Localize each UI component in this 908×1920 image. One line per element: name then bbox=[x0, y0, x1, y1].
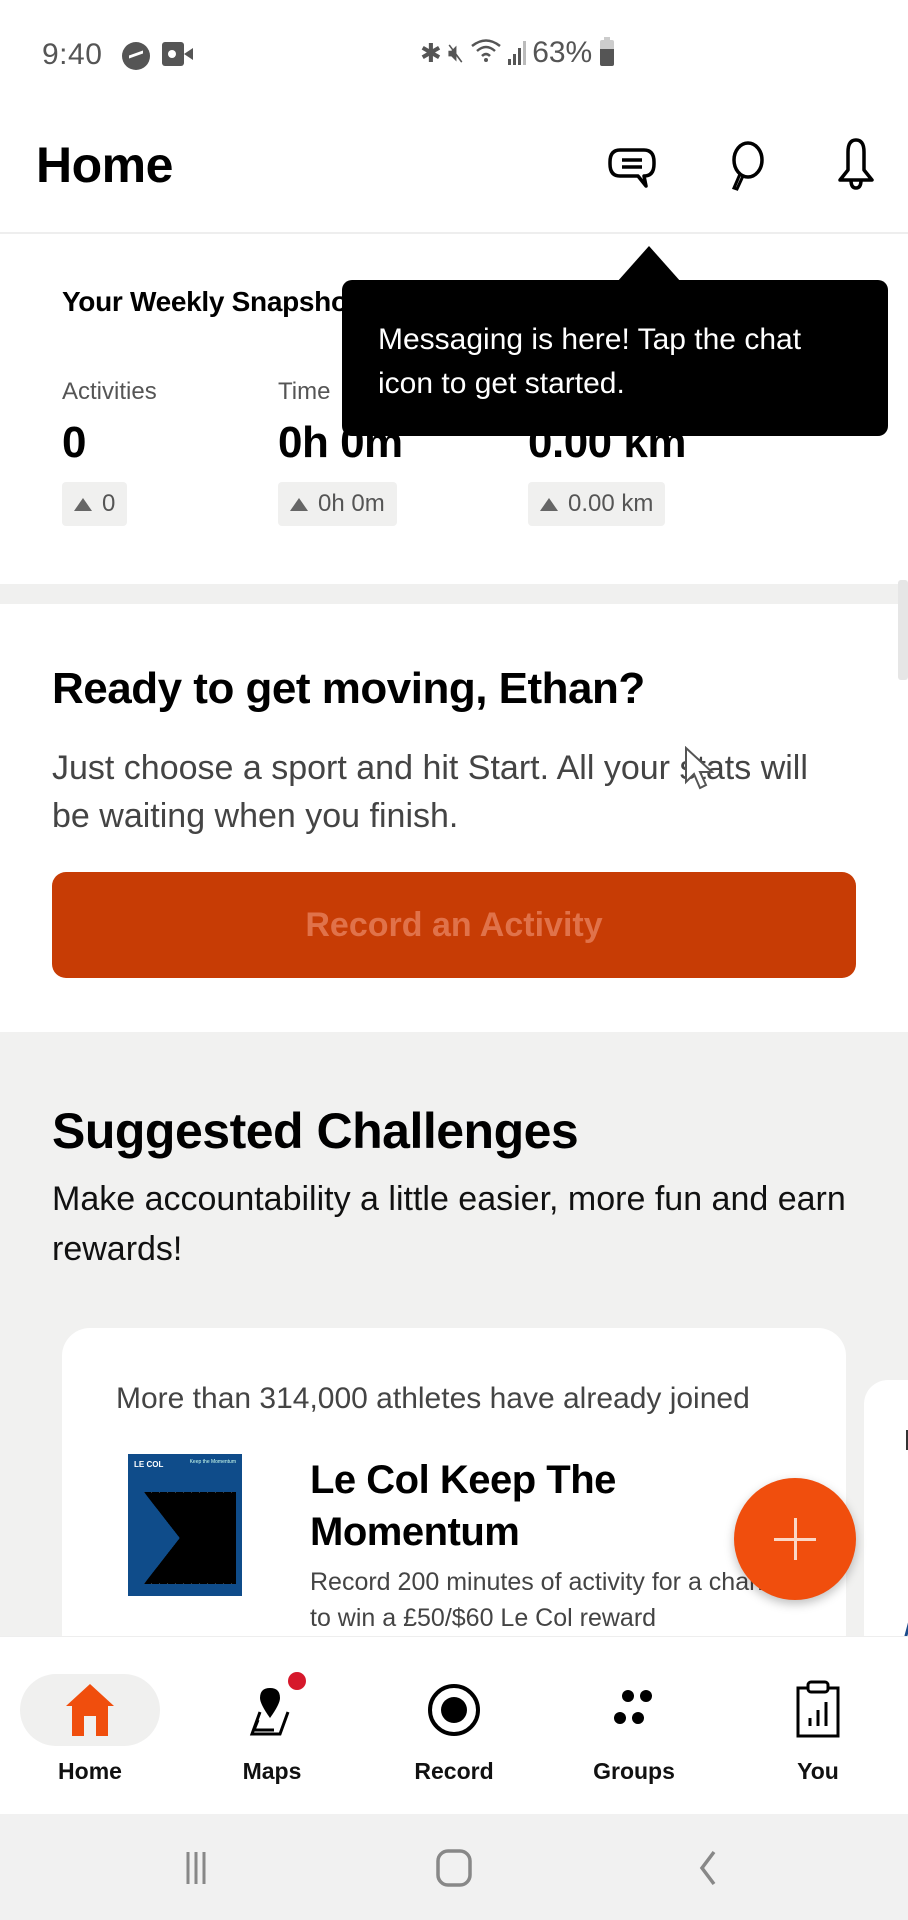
next-challenge-card[interactable] bbox=[864, 1380, 908, 1636]
signal-icon bbox=[508, 41, 527, 65]
status-bar: 9:40 ✱ 🔇︎ 63% bbox=[0, 0, 908, 110]
chat-button[interactable] bbox=[600, 134, 664, 198]
wifi-icon bbox=[470, 37, 502, 70]
app-header: Home bbox=[0, 110, 908, 234]
stat-delta-value: 0.00 km bbox=[568, 490, 654, 517]
nav-label: Maps bbox=[242, 1757, 302, 1784]
nav-item-you[interactable]: You bbox=[738, 1669, 898, 1789]
stat-value: 0 bbox=[62, 418, 86, 467]
stat-delta: 0h 0m bbox=[278, 482, 397, 526]
joined-count: More than 314,000 athletes have already … bbox=[116, 1382, 750, 1415]
nav-icon-container bbox=[748, 1674, 888, 1746]
bottom-nav: Home Maps Record Groups You bbox=[0, 1636, 908, 1814]
messenger-icon bbox=[122, 42, 150, 70]
battery-percent: 63% bbox=[532, 36, 593, 69]
clipboard-chart-icon bbox=[796, 1680, 840, 1737]
triangle-up-icon bbox=[290, 497, 308, 511]
back-icon bbox=[699, 1850, 716, 1886]
record-activity-button[interactable]: Record an Activity bbox=[52, 872, 856, 978]
stat-delta-value: 0 bbox=[102, 490, 116, 517]
battery-icon bbox=[600, 37, 615, 66]
tooltip-arrow bbox=[617, 246, 681, 282]
home-icon bbox=[66, 1683, 114, 1736]
back-button[interactable] bbox=[668, 1836, 748, 1900]
nav-label: Record bbox=[414, 1757, 494, 1784]
status-time: 9:40 bbox=[42, 38, 103, 71]
bluetooth-icon: ✱ bbox=[420, 37, 442, 68]
system-home-button[interactable] bbox=[414, 1836, 494, 1900]
challenges-subtitle: Make accountability a little easier, mor… bbox=[52, 1180, 846, 1268]
system-icons: ✱ 🔇︎ 63% bbox=[420, 36, 615, 70]
snapshot-title: Your Weekly Snapshot bbox=[62, 286, 357, 317]
system-home-icon bbox=[436, 1849, 472, 1887]
mute-icon: 🔇︎ bbox=[447, 37, 465, 67]
ready-title: Ready to get moving, Ethan? bbox=[52, 664, 645, 713]
chat-icon bbox=[608, 148, 656, 188]
notification-badge bbox=[288, 1671, 306, 1690]
triangle-up-icon bbox=[74, 497, 92, 511]
nav-icon-container bbox=[20, 1673, 160, 1746]
nav-item-home[interactable]: Home bbox=[10, 1669, 170, 1789]
recents-icon bbox=[186, 1852, 206, 1884]
system-nav-bar bbox=[0, 1814, 908, 1920]
stat-delta: 0 bbox=[62, 482, 128, 526]
stat-label: Activities bbox=[62, 378, 157, 405]
recents-button[interactable] bbox=[160, 1836, 240, 1900]
nav-icon-container bbox=[202, 1671, 342, 1746]
nav-item-groups[interactable]: Groups bbox=[554, 1669, 714, 1789]
page-title: Home bbox=[36, 137, 173, 193]
challenge-title: Le Col Keep The Momentum bbox=[310, 1458, 616, 1554]
record-icon bbox=[428, 1683, 480, 1736]
bell-icon bbox=[838, 138, 874, 190]
messaging-tooltip[interactable]: Messaging is here! Tap the chat icon to … bbox=[342, 280, 888, 436]
add-fab-button[interactable] bbox=[734, 1478, 856, 1600]
video-icon bbox=[162, 42, 193, 66]
nav-icon-container bbox=[564, 1674, 704, 1746]
challenge-card[interactable]: More than 314,000 athletes have already … bbox=[62, 1328, 846, 1636]
nav-label: Groups bbox=[593, 1757, 675, 1784]
triangle-up-icon bbox=[540, 497, 558, 511]
tooltip-text: Messaging is here! Tap the chat icon to … bbox=[378, 323, 802, 400]
chevron-pattern-icon bbox=[144, 1492, 236, 1584]
nav-label: Home bbox=[58, 1757, 122, 1784]
challenges-title: Suggested Challenges bbox=[52, 1103, 579, 1159]
ready-body: Just choose a sport and hit Start. All y… bbox=[52, 749, 808, 835]
nav-icon-container bbox=[384, 1674, 524, 1746]
stat-activities: Activities 0 0 bbox=[62, 378, 157, 526]
nav-label: You bbox=[797, 1757, 839, 1784]
nav-item-maps[interactable]: Maps bbox=[192, 1669, 352, 1789]
stat-delta-value: 0h 0m bbox=[318, 490, 385, 517]
search-button[interactable] bbox=[712, 134, 776, 198]
scrollbar[interactable] bbox=[898, 580, 908, 680]
mouse-cursor-icon bbox=[685, 746, 715, 790]
section-divider bbox=[0, 584, 908, 604]
maps-icon bbox=[249, 1687, 290, 1735]
groups-icon bbox=[614, 1689, 652, 1724]
challenge-description: Record 200 minutes of activity for a cha… bbox=[310, 1568, 790, 1632]
search-icon bbox=[731, 141, 764, 191]
notifications-button[interactable] bbox=[824, 134, 888, 198]
nav-item-record[interactable]: Record bbox=[374, 1669, 534, 1789]
challenge-thumbnail: LE COL Keep the Momentum bbox=[128, 1454, 242, 1596]
stat-delta: 0.00 km bbox=[528, 482, 666, 526]
next-card-image-fragment bbox=[903, 1620, 908, 1636]
ready-section: Ready to get moving, Ethan? Just choose … bbox=[0, 604, 908, 1032]
